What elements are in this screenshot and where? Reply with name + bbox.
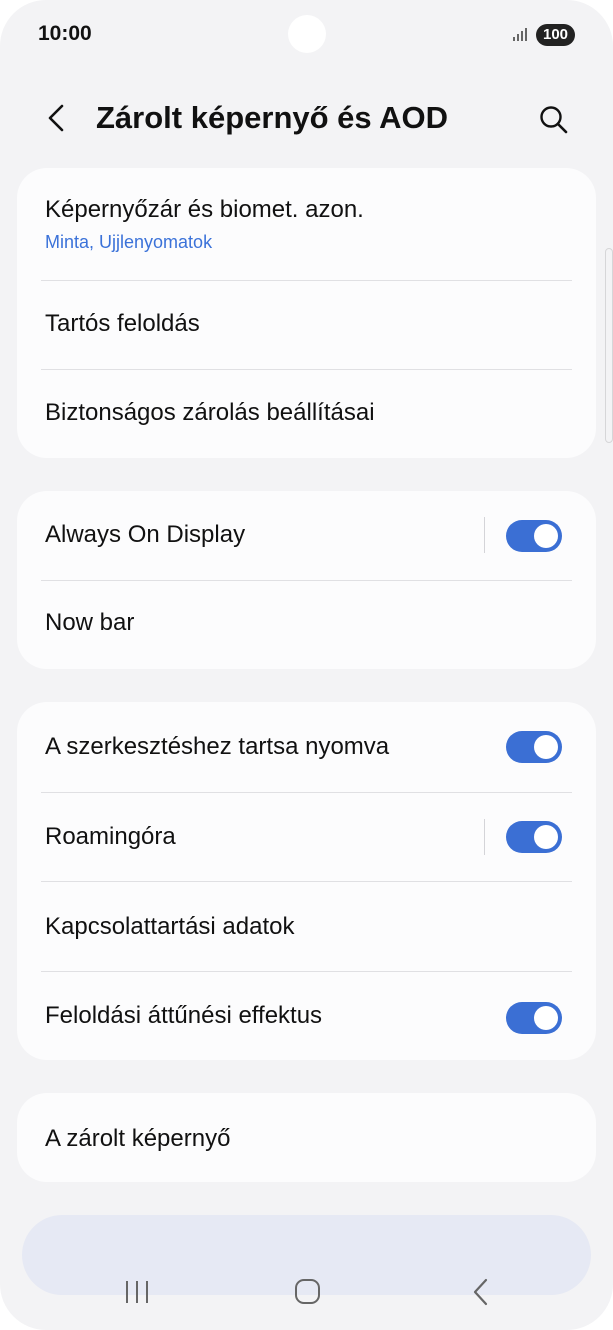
roaming-clock-item[interactable]: Roamingóra	[17, 792, 596, 881]
status-time: 10:00	[38, 22, 92, 45]
always-on-display-item[interactable]: Always On Display	[17, 491, 596, 580]
hold-to-edit-label: A szerkesztéshez tartsa nyomva	[45, 733, 390, 760]
search-button[interactable]	[532, 98, 576, 142]
contact-info-item[interactable]: Kapcsolattartási adatok	[17, 881, 596, 971]
signal-bars-icon	[513, 28, 527, 41]
recents-icon	[126, 1281, 148, 1303]
front-camera	[288, 15, 326, 53]
now-bar-label: Now bar	[45, 609, 135, 636]
extend-unlock-label: Tartós feloldás	[45, 310, 200, 337]
screen-lock-biometrics-sublabel: Minta, Ujjlenyomatok	[45, 232, 213, 252]
back-chevron-icon	[48, 104, 64, 132]
about-lock-screen-label: A zárolt képernyő	[45, 1125, 231, 1152]
nav-back-button[interactable]	[456, 1266, 506, 1316]
secure-lock-settings-item[interactable]: Biztonságos zárolás beállításai	[17, 369, 596, 458]
back-icon	[473, 1278, 488, 1306]
unlock-transition-effect-item[interactable]: Feloldási áttűnési effektus	[17, 971, 596, 1060]
home-button[interactable]	[282, 1266, 332, 1316]
toggle-knob	[534, 825, 558, 849]
vertical-separator	[484, 819, 485, 855]
now-bar-item[interactable]: Now bar	[17, 580, 596, 669]
contact-info-label: Kapcsolattartási adatok	[45, 913, 295, 940]
scrollbar[interactable]	[605, 248, 613, 443]
extend-unlock-item[interactable]: Tartós feloldás	[17, 280, 596, 369]
always-on-display-label: Always On Display	[45, 521, 246, 548]
navigation-bar	[0, 1252, 613, 1330]
screen-lock-biometrics-label: Képernyőzár és biomet. azon.	[45, 196, 364, 223]
search-icon	[540, 106, 568, 134]
page-title: Zárolt képernyő és AOD	[96, 100, 449, 135]
settings-group-lock: Képernyőzár és biomet. azon. Minta, Ujjl…	[17, 168, 596, 458]
roaming-clock-label: Roamingóra	[45, 823, 176, 850]
back-button[interactable]	[38, 98, 78, 138]
secure-lock-settings-label: Biztonságos zárolás beállításai	[45, 399, 375, 426]
status-bar: 10:00 100	[0, 0, 613, 70]
unlock-transition-effect-label: Feloldási áttűnési effektus	[45, 1002, 323, 1029]
unlock-transition-effect-toggle[interactable]	[506, 1002, 562, 1034]
settings-group-display: Always On Display Now bar	[17, 491, 596, 669]
vertical-separator	[484, 517, 485, 553]
settings-group-about: A zárolt képernyő	[17, 1093, 596, 1182]
battery-indicator: 100	[536, 24, 575, 46]
toggle-knob	[534, 735, 558, 759]
app-header: Zárolt képernyő és AOD	[0, 90, 613, 150]
about-lock-screen-item[interactable]: A zárolt képernyő	[17, 1093, 596, 1182]
always-on-display-toggle[interactable]	[506, 520, 562, 552]
recents-button[interactable]	[112, 1266, 162, 1316]
phone-screen: 10:00 100 Zárolt képernyő és AOD Képerny…	[0, 0, 613, 1330]
settings-group-options: A szerkesztéshez tartsa nyomva Roamingór…	[17, 702, 596, 1060]
home-icon	[295, 1279, 320, 1304]
hold-to-edit-item[interactable]: A szerkesztéshez tartsa nyomva	[17, 702, 596, 792]
roaming-clock-toggle[interactable]	[506, 821, 562, 853]
toggle-knob	[534, 1006, 558, 1030]
toggle-knob	[534, 524, 558, 548]
hold-to-edit-toggle[interactable]	[506, 731, 562, 763]
screen-lock-biometrics-item[interactable]: Képernyőzár és biomet. azon. Minta, Ujjl…	[17, 168, 596, 280]
